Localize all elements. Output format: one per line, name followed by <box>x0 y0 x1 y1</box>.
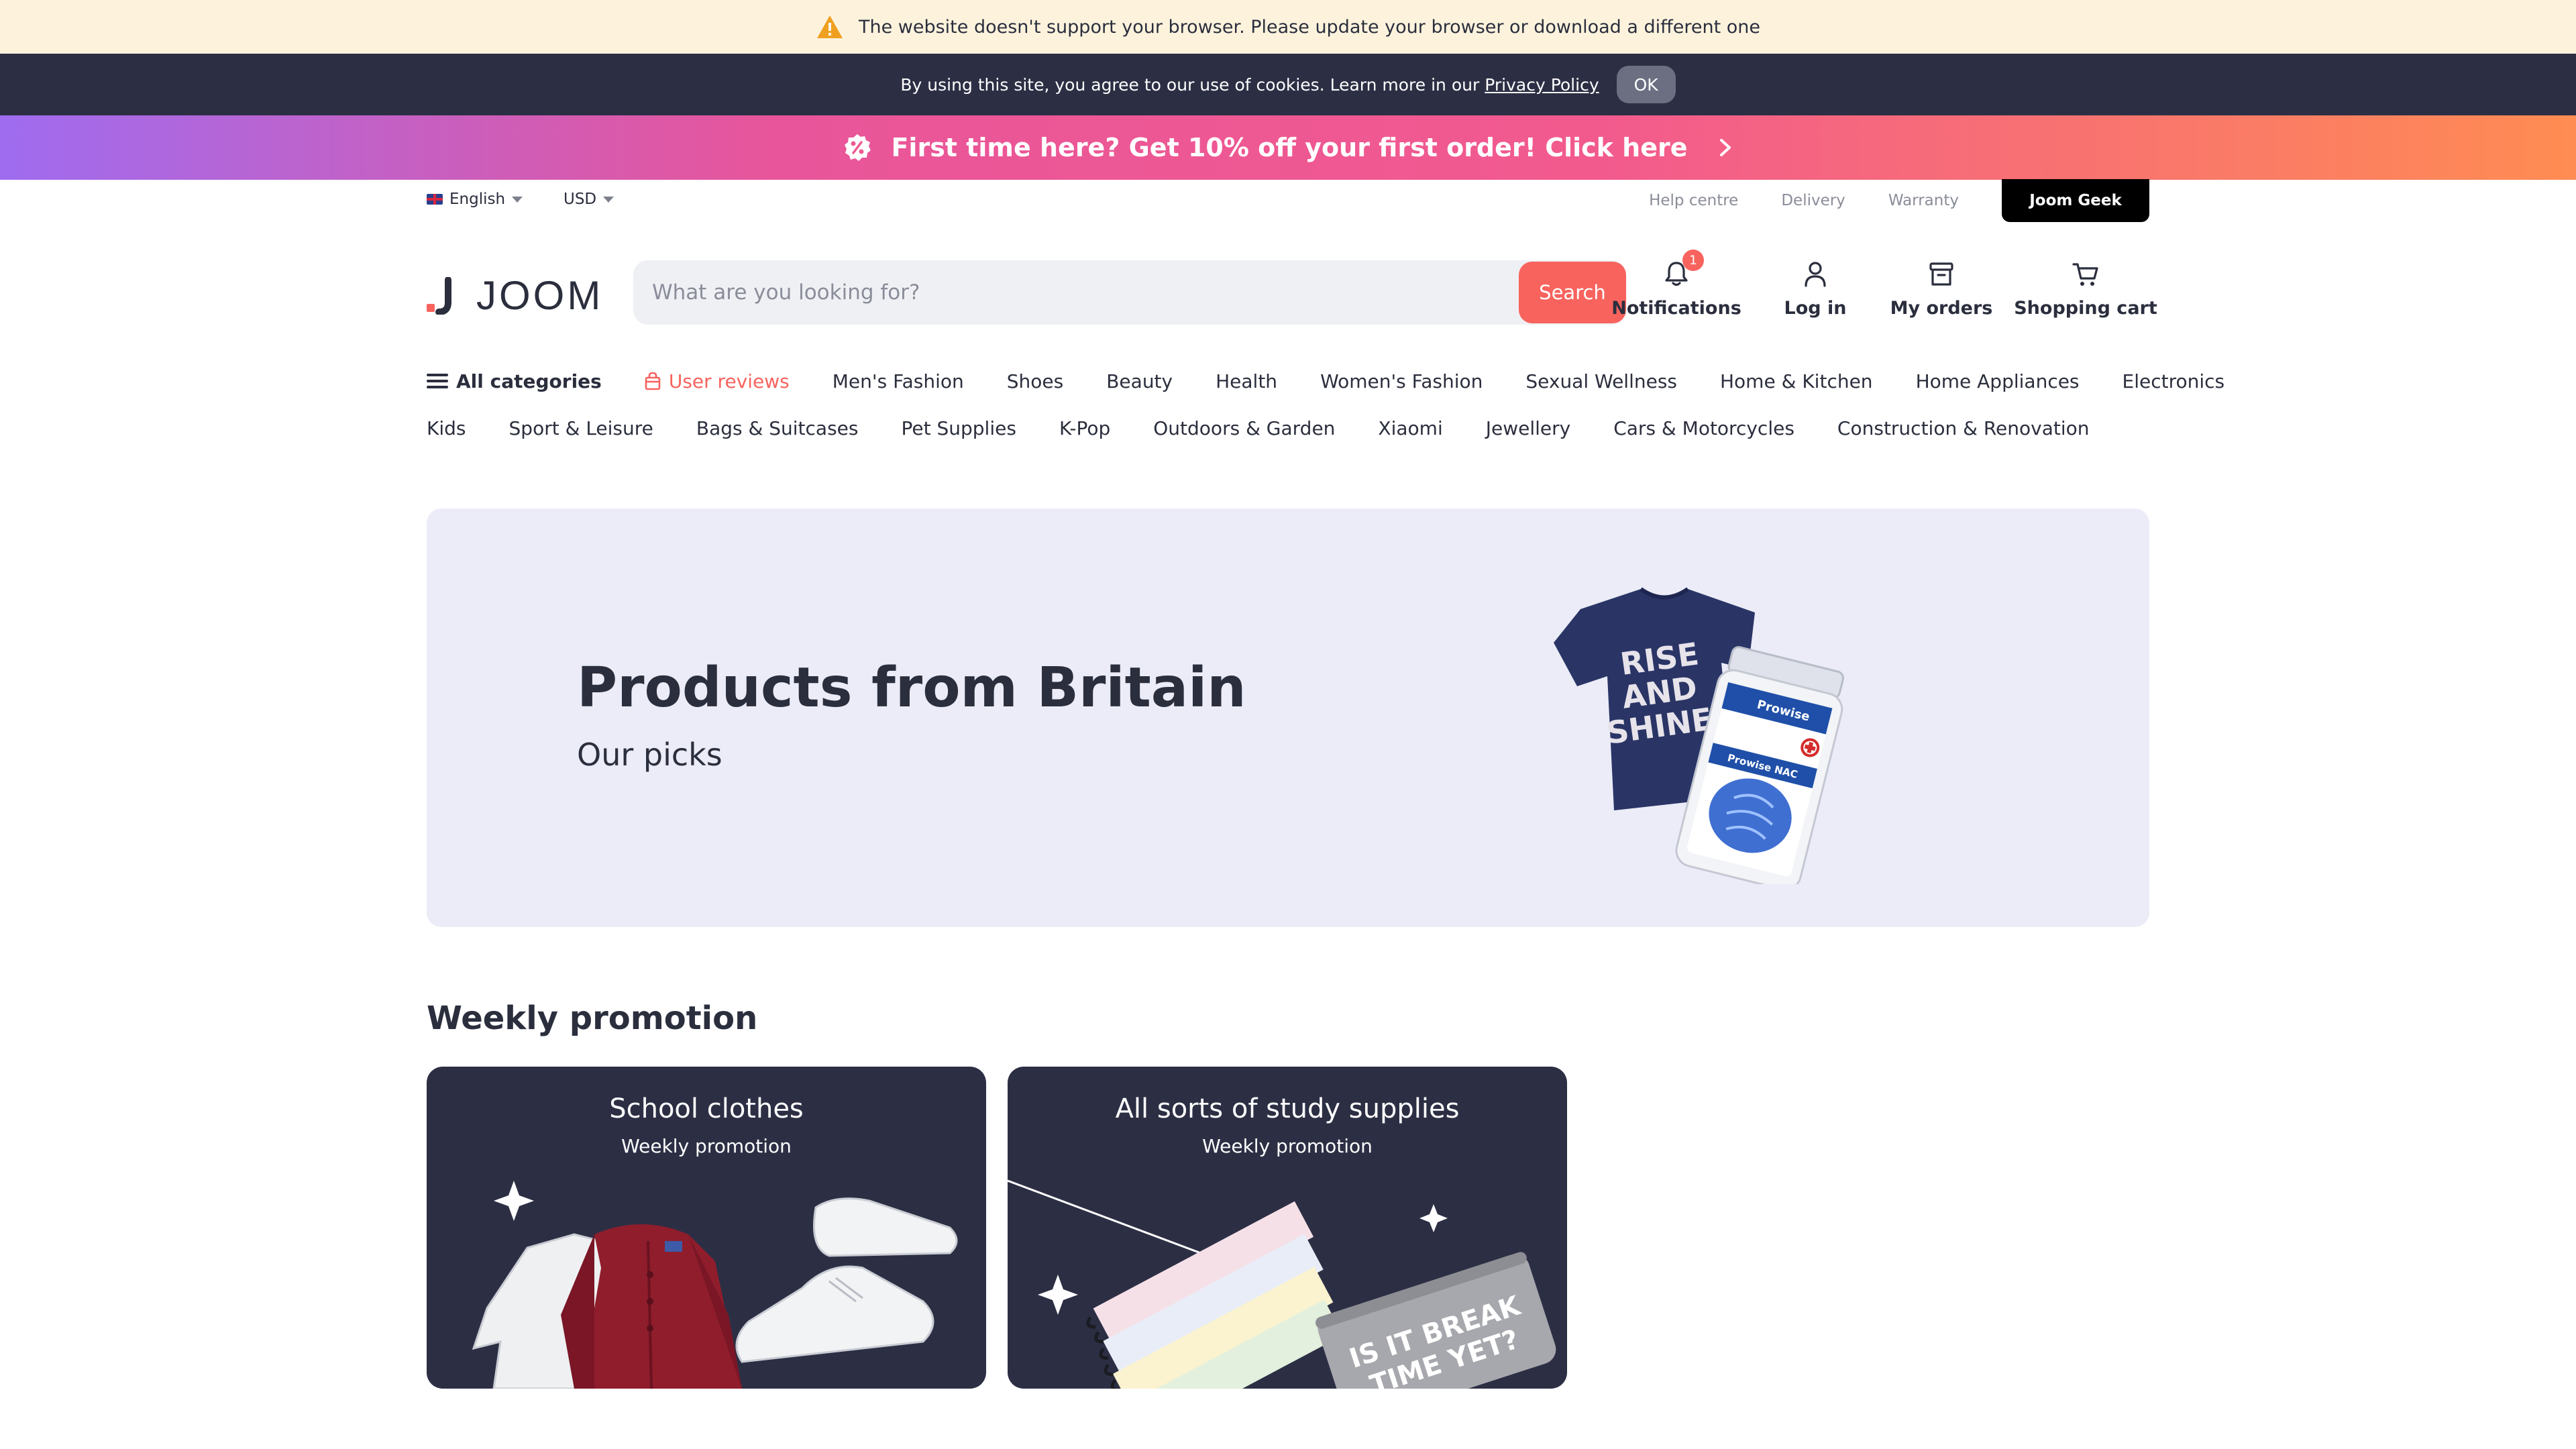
category-link[interactable]: Jewellery <box>1486 417 1570 439</box>
category-link[interactable]: Women's Fashion <box>1320 370 1483 392</box>
shopping-bag-icon <box>645 372 661 390</box>
weekly-promo-card-study-supplies[interactable]: All sorts of study supplies Weekly promo… <box>1008 1067 1567 1389</box>
chevron-down-icon <box>512 196 523 203</box>
cookie-ok-button[interactable]: OK <box>1616 66 1676 103</box>
main-header: JOOM Search 1 Notifications Log in <box>427 250 2157 329</box>
hero-banner[interactable]: Products from Britain Our picks RISE AND… <box>427 508 2149 927</box>
category-link[interactable]: Electronics <box>2123 370 2225 392</box>
category-link[interactable]: Sexual Wellness <box>1525 370 1677 392</box>
category-link[interactable]: Construction & Renovation <box>1837 417 2090 439</box>
user-reviews-label: User reviews <box>668 370 790 392</box>
category-link[interactable]: Shoes <box>1007 370 1063 392</box>
category-row-1: All categories User reviews Men's Fashio… <box>427 362 2224 400</box>
help-centre-link[interactable]: Help centre <box>1649 192 1738 209</box>
notifications-button[interactable]: 1 Notifications <box>1611 250 1741 329</box>
user-icon <box>1805 262 1826 287</box>
category-link[interactable]: Kids <box>427 417 466 439</box>
category-link[interactable]: Cars & Motorcycles <box>1613 417 1794 439</box>
uk-flag-icon <box>427 194 443 205</box>
category-link[interactable]: Xiaomi <box>1378 417 1442 439</box>
category-link[interactable]: Home Appliances <box>1916 370 2080 392</box>
notifications-badge: 1 <box>1682 250 1704 271</box>
cookie-banner: By using this site, you agree to our use… <box>0 54 2576 115</box>
login-button[interactable]: Log in <box>1775 255 1856 329</box>
menu-icon <box>427 374 448 388</box>
hero-product-image: RISE AND SHINE Prowise Prowise NAC <box>1554 587 1844 884</box>
joom-logo-icon <box>427 276 451 315</box>
card-subtitle: Weekly promotion <box>621 1135 792 1157</box>
all-categories-label: All categories <box>456 370 602 392</box>
category-link[interactable]: Beauty <box>1106 370 1173 392</box>
language-selector[interactable]: English <box>427 191 523 208</box>
delivery-link[interactable]: Delivery <box>1781 192 1845 209</box>
all-categories-button[interactable]: All categories <box>427 370 602 392</box>
chevron-down-icon <box>603 196 614 203</box>
card-title: All sorts of study supplies <box>1115 1093 1460 1124</box>
sparkle-icon <box>1419 1204 1448 1232</box>
my-orders-label: My orders <box>1890 298 1993 319</box>
promo-text: First time here? Get 10% off your first … <box>891 133 1688 162</box>
currency-label: USD <box>564 191 597 208</box>
category-link[interactable]: K-Pop <box>1059 417 1110 439</box>
cookie-message: By using this site, you agree to our use… <box>900 74 1480 95</box>
category-link[interactable]: Outdoors & Garden <box>1153 417 1335 439</box>
category-nav: All categories User reviews Men's Fashio… <box>427 362 2224 456</box>
joom-geek-button[interactable]: Joom Geek <box>2002 179 2149 222</box>
user-reviews-link[interactable]: User reviews <box>645 370 790 392</box>
category-row-2: Kids Sport & Leisure Bags & Suitcases Pe… <box>427 409 2149 447</box>
search-bar: Search <box>633 260 1626 325</box>
language-label: English <box>449 191 506 208</box>
currency-selector[interactable]: USD <box>564 191 614 208</box>
category-link[interactable]: Pet Supplies <box>902 417 1016 439</box>
sparkle-icon <box>494 1181 534 1221</box>
search-input[interactable] <box>633 260 1505 325</box>
study-supplies-image: IS IT BREAK TIME YET? <box>1008 1179 1556 1389</box>
shopping-cart-button[interactable]: Shopping cart <box>2014 255 2157 329</box>
category-link[interactable]: Men's Fashion <box>833 370 964 392</box>
utility-row: English USD Help centre Delivery Warrant… <box>427 179 2149 222</box>
orders-box-icon <box>1929 262 1953 286</box>
category-link[interactable]: Bags & Suitcases <box>696 417 859 439</box>
hero-subtitle: Our picks <box>577 737 722 773</box>
search-button[interactable]: Search <box>1519 262 1626 323</box>
browser-warning-bar: The website doesn't support your browser… <box>0 0 2576 54</box>
cart-icon <box>2072 263 2098 286</box>
browser-warning-text: The website doesn't support your browser… <box>858 16 1761 38</box>
login-label: Log in <box>1784 298 1847 319</box>
chevron-right-icon <box>1719 139 1731 156</box>
joom-logo[interactable]: JOOM <box>427 272 603 319</box>
warning-icon <box>816 15 843 38</box>
weekly-promo-card-school-clothes[interactable]: School clothes Weekly promotion <box>427 1067 986 1389</box>
weekly-promotion-title: Weekly promotion <box>427 1000 758 1037</box>
notifications-label: Notifications <box>1611 298 1741 319</box>
card-title: School clothes <box>609 1093 804 1124</box>
header-actions: 1 Notifications Log in My orders Shoppin… <box>1611 250 2157 329</box>
category-link[interactable]: Sport & Leisure <box>509 417 653 439</box>
shopping-cart-label: Shopping cart <box>2014 298 2157 319</box>
card-subtitle: Weekly promotion <box>1202 1135 1373 1157</box>
category-link[interactable]: Home & Kitchen <box>1720 370 1873 392</box>
sparkle-icon <box>1038 1275 1078 1315</box>
my-orders-button[interactable]: My orders <box>1888 255 1995 329</box>
hero-title: Products from Britain <box>577 656 1246 720</box>
logo-text: JOOM <box>476 273 604 318</box>
warranty-link[interactable]: Warranty <box>1888 192 1959 209</box>
discount-badge-icon <box>845 134 871 161</box>
first-order-promo-banner[interactable]: First time here? Get 10% off your first … <box>0 115 2576 180</box>
utility-links: Help centre Delivery Warranty Joom Geek <box>1649 179 2149 222</box>
category-link[interactable]: Health <box>1216 370 1277 392</box>
cookie-text: By using this site, you agree to our use… <box>900 75 1599 95</box>
school-clothes-image <box>472 1181 958 1389</box>
privacy-policy-link[interactable]: Privacy Policy <box>1485 75 1599 95</box>
